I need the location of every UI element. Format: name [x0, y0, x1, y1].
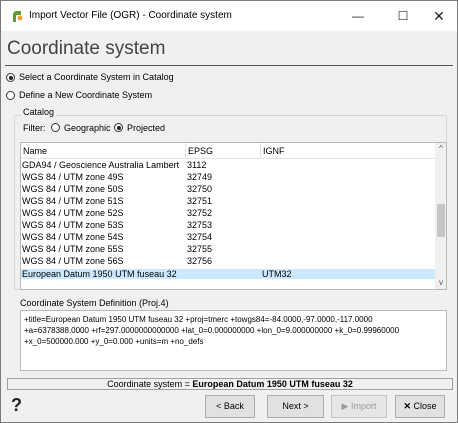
- minimize-icon[interactable]: —: [338, 1, 378, 31]
- table-scrollbar[interactable]: ^ v: [435, 143, 446, 289]
- definition-label: Coordinate System Definition (Proj.4): [20, 298, 169, 308]
- cell-name: WGS 84 / UTM zone 51S: [22, 196, 124, 206]
- crs-table[interactable]: Name EPSG IGNF GDA94 / Geoscience Austra…: [20, 142, 447, 290]
- define-option-label[interactable]: Define a New Coordinate System: [19, 90, 152, 100]
- filter-geographic-label[interactable]: Geographic: [64, 123, 111, 133]
- import-vector-dialog: Import Vector File (OGR) - Coordinate sy…: [0, 0, 458, 423]
- scroll-up-icon[interactable]: ^: [435, 143, 446, 155]
- cell-epsg: 32756: [187, 256, 213, 266]
- table-row[interactable]: WGS 84 / UTM zone 54S 32754: [21, 232, 435, 242]
- cell-name: WGS 84 / UTM zone 53S: [22, 220, 124, 230]
- cell-ignf: UTM32: [262, 269, 292, 279]
- table-row[interactable]: GDA94 / Geoscience Australia Lambert 311…: [21, 160, 435, 170]
- cell-name: European Datum 1950 UTM fuseau 32: [22, 269, 177, 279]
- cell-epsg: 32751: [187, 196, 213, 206]
- catalog-group-title: Catalog: [21, 107, 57, 117]
- import-button-label: Import: [350, 401, 377, 411]
- table-row[interactable]: WGS 84 / UTM zone 52S 32752: [21, 208, 435, 218]
- catalog-option-label[interactable]: Select a Coordinate System in Catalog: [19, 72, 174, 82]
- filter-projected-radio[interactable]: [114, 123, 123, 132]
- page-header: Coordinate system: [1, 31, 457, 67]
- scrollbar-thumb[interactable]: [437, 204, 445, 237]
- cell-epsg: 32750: [187, 184, 213, 194]
- cell-epsg: 32755: [187, 244, 213, 254]
- help-icon[interactable]: ?: [11, 395, 22, 416]
- cell-name: WGS 84 / UTM zone 56S: [22, 256, 124, 266]
- column-divider: [185, 143, 186, 159]
- table-header: Name EPSG IGNF: [21, 143, 435, 159]
- scroll-down-icon[interactable]: v: [435, 277, 446, 289]
- cell-epsg: 32753: [187, 220, 213, 230]
- cell-name: WGS 84 / UTM zone 52S: [22, 208, 124, 218]
- table-row-selected[interactable]: European Datum 1950 UTM fuseau 32 UTM32: [21, 269, 435, 279]
- cell-epsg: 32752: [187, 208, 213, 218]
- filter-projected-label[interactable]: Projected: [127, 123, 165, 133]
- table-row[interactable]: WGS 84 / UTM zone 53S 32753: [21, 220, 435, 230]
- import-button[interactable]: ▶ Import: [331, 395, 387, 418]
- cell-name: WGS 84 / UTM zone 49S: [22, 172, 124, 182]
- table-row[interactable]: WGS 84 / UTM zone 55S 32755: [21, 244, 435, 254]
- back-button-label: < Back: [216, 401, 244, 411]
- window-title: Import Vector File (OGR) - Coordinate sy…: [29, 10, 232, 21]
- column-header-ignf[interactable]: IGNF: [263, 146, 285, 156]
- cell-name: WGS 84 / UTM zone 50S: [22, 184, 124, 194]
- next-button-label: Next >: [282, 401, 309, 411]
- definition-textbox[interactable]: +title=European Datum 1950 UTM fuseau 32…: [20, 310, 447, 371]
- status-bar: Coordinate system = European Datum 1950 …: [7, 378, 453, 390]
- cell-epsg: 32749: [187, 172, 213, 182]
- filter-label: Filter:: [23, 123, 46, 133]
- cell-epsg: 32754: [187, 232, 213, 242]
- close-button[interactable]: ✕ Close: [395, 395, 445, 418]
- table-row[interactable]: WGS 84 / UTM zone 56S 32756: [21, 256, 435, 266]
- column-divider: [260, 143, 261, 159]
- table-row[interactable]: WGS 84 / UTM zone 51S 32751: [21, 196, 435, 206]
- filter-geographic-radio[interactable]: [51, 123, 60, 132]
- define-option-radio[interactable]: [6, 91, 15, 100]
- page-title: Coordinate system: [7, 38, 166, 59]
- maximize-icon[interactable]: ☐: [383, 1, 423, 31]
- status-prefix: Coordinate system =: [107, 379, 193, 389]
- close-button-label: Close: [413, 401, 437, 411]
- back-button[interactable]: < Back: [205, 395, 255, 418]
- close-window-icon[interactable]: ✕: [419, 1, 458, 31]
- header-divider: [5, 65, 453, 66]
- play-icon: ▶: [341, 401, 349, 411]
- catalog-option-radio[interactable]: [6, 73, 15, 82]
- table-row[interactable]: WGS 84 / UTM zone 49S 32749: [21, 172, 435, 182]
- column-header-name[interactable]: Name: [23, 146, 47, 156]
- title-bar[interactable]: Import Vector File (OGR) - Coordinate sy…: [1, 1, 457, 31]
- column-header-epsg[interactable]: EPSG: [188, 146, 213, 156]
- cell-name: GDA94 / Geoscience Australia Lambert: [22, 160, 180, 170]
- app-logo-icon: [13, 11, 23, 22]
- cell-name: WGS 84 / UTM zone 54S: [22, 232, 124, 242]
- status-value: European Datum 1950 UTM fuseau 32: [192, 379, 353, 389]
- table-row[interactable]: WGS 84 / UTM zone 50S 32750: [21, 184, 435, 194]
- next-button[interactable]: Next >: [267, 395, 324, 418]
- close-x-icon: ✕: [403, 401, 411, 411]
- cell-name: WGS 84 / UTM zone 55S: [22, 244, 124, 254]
- cell-epsg: 3112: [187, 160, 207, 170]
